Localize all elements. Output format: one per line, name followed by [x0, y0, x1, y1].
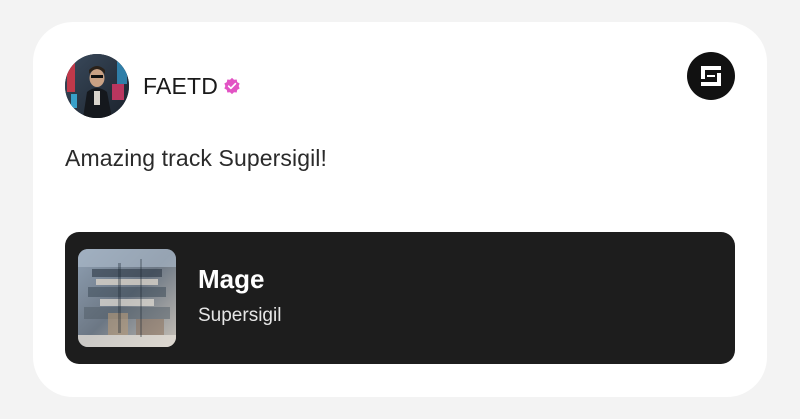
- album-art: [78, 249, 176, 347]
- track-title: Mage: [198, 264, 265, 294]
- album-art-image: [78, 249, 176, 347]
- verified-badge-icon: [223, 77, 241, 95]
- avatar-image: [65, 54, 129, 118]
- username-row[interactable]: FAETD: [143, 70, 241, 102]
- post-comment: Amazing track Supersigil!: [65, 145, 327, 171]
- sound-logo-icon[interactable]: [687, 52, 735, 100]
- user-avatar[interactable]: [65, 54, 129, 118]
- share-card: FAETD Amazing track Supersigil! Mage Sup…: [33, 22, 767, 397]
- username: FAETD: [143, 72, 219, 99]
- track-card[interactable]: Mage Supersigil: [65, 232, 735, 364]
- track-artist: Supersigil: [198, 305, 282, 326]
- brand-mark: [701, 66, 721, 86]
